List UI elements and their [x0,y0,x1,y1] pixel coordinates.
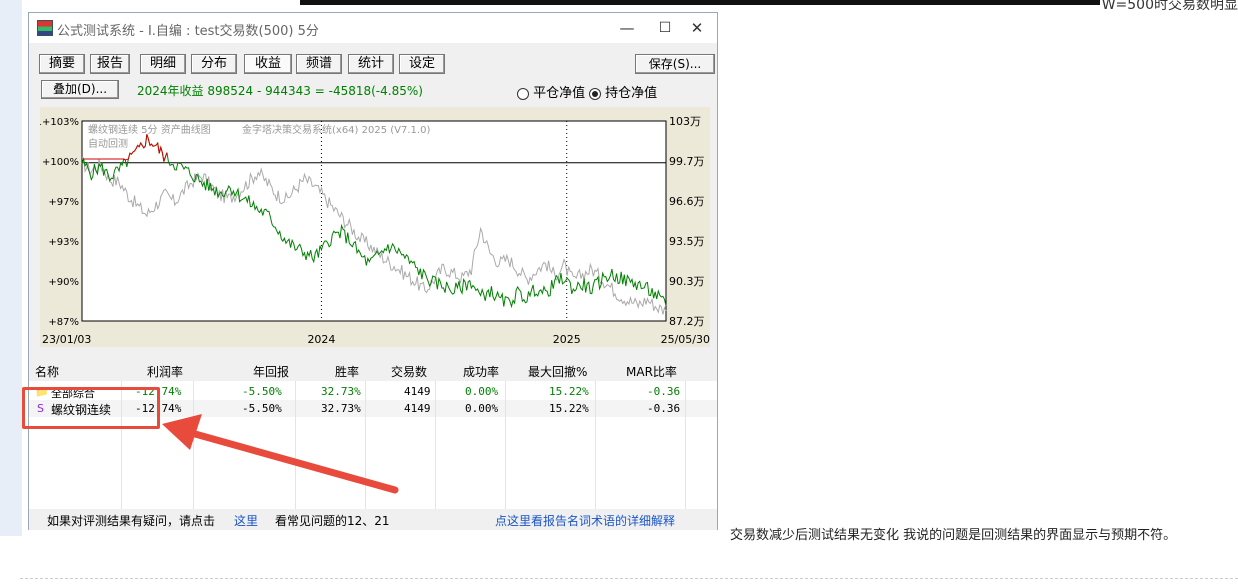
y-tick-left: +97% [48,197,79,208]
note-text: 交易数减少后测试结果无变化 我说的问题是回测结果的界面显示与预期不符。 [730,528,1177,543]
close-button[interactable]: ✕ [677,17,717,39]
tab-income[interactable]: 收益 [244,54,292,74]
y-tick-left: 1+103% [40,117,79,128]
result-table-header: 名称 利润率 年回报 胜率 交易数 成功率 最大回撤% MAR比率 [29,361,717,382]
plot-area [81,120,667,322]
row-mar: -0.36 [647,385,681,398]
x-tick-label: 2025 [553,333,581,346]
tab-statistics[interactable]: 统计 [348,54,394,74]
overlay-button[interactable]: 叠加(D)... [41,80,119,99]
col-divider [435,381,436,509]
equity-chart-svg: 1+103% 103万 +100% 99.7万 +97% 96.6万 +93% 93.5万 +9… [36,115,710,346]
header-mar: MAR比率 [626,365,677,379]
save-button[interactable]: 保存(S)... [635,54,715,74]
chart-overlay-title: 螺纹钢连续 5分 资产曲线图 [88,123,211,136]
y-tick-right: 99.7万 [669,155,705,168]
radio-hold-label: 持仓净值 [605,86,658,101]
x-tick-label: 23/01/03 [42,333,91,346]
x-tick-label: 25/05/30 [661,333,710,346]
window-title: 公式测试系统 - I.自编 : test交易数(500) 5分 [57,24,319,39]
yearly-income-text: 2024年收益 898524 - 944343 = -45818(-4.85%) [137,84,423,98]
row-drawdown: 15.22% [549,385,589,398]
radio-flat-label: 平仓净值 [533,86,586,101]
red-arrow-icon [162,414,399,494]
status-here-link[interactable]: 这里 [234,512,258,529]
header-drawdown: 最大回撤% [528,365,588,379]
radio-flat-net[interactable]: 平仓净值 [517,82,585,101]
row-trades: 4149 [404,385,431,398]
minimize-button[interactable]: — [607,17,647,39]
y-tick-right: 87.2万 [669,315,705,328]
row-success: 0.00% [465,402,499,415]
y-tick-left: +87% [48,317,79,328]
x-tick-label: 2024 [307,333,335,346]
equity-chart: 1+103% 103万 +100% 99.7万 +97% 96.6万 +93% 93.5万 +9… [36,107,710,347]
highlight-box [22,387,160,429]
status-glossary-link[interactable]: 点这里看报告名词术语的详细解释 [495,512,675,529]
status-bar: 如果对评测结果有疑问，请点击 这里 看常见问题的12、21 点这里看报告名词术语… [29,509,717,530]
radio-flat-indicator[interactable] [517,87,529,100]
header-profit: 利润率 [147,365,184,379]
header-trades: 交易数 [391,365,428,379]
status-question: 如果对评测结果有疑问，请点击 [47,514,216,528]
app-icon [37,20,53,36]
radio-hold-net[interactable]: 持仓净值 [589,82,657,101]
top-dark-bar [300,0,1100,5]
row-annual: -5.50% [242,385,282,398]
row-drawdown: 15.22% [549,402,589,415]
header-success: 成功率 [463,365,500,379]
chart-overlay-label: 自动回测 [88,137,128,150]
y-tick-left: +100% [42,157,79,168]
y-tick-left: +93% [48,237,79,248]
y-tick-right: 90.3万 [669,275,705,288]
tab-report[interactable]: 报告 [90,54,130,74]
header-name: 名称 [35,365,60,379]
radio-hold-indicator[interactable] [589,87,601,100]
tab-details[interactable]: 明细 [140,54,186,74]
col-divider [505,381,506,509]
left-desktop-strip [0,0,22,536]
top-right-text: W=500时交易数明显 [1101,0,1238,13]
y-tick-right: 103万 [669,115,701,128]
tab-distribution[interactable]: 分布 [191,54,237,74]
y-tick-right: 96.6万 [669,195,705,208]
y-tick-left: +90% [48,277,79,288]
col-divider [685,381,686,509]
col-divider [595,381,596,509]
tab-settings[interactable]: 设定 [399,54,445,74]
tab-spectrum[interactable]: 频谱 [296,54,342,74]
y-tick-right: 93.5万 [669,235,705,248]
row-win-rate: 32.73% [321,385,361,398]
title-bar: 公式测试系统 - I.自编 : test交易数(500) 5分 — ☐ ✕ [29,13,717,43]
divider-line [20,578,1238,579]
header-annual: 年回报 [253,365,290,379]
header-win-rate: 胜率 [335,365,360,379]
row-mar: -0.36 [647,402,681,415]
tab-summary[interactable]: 摘要 [39,54,85,74]
chart-overlay-system: 金字塔决策交易系统(x64) 2025 (V7.1.0) [242,123,430,136]
status-faq: 看常见问题的12、21 [275,514,390,528]
row-success: 0.00% [465,385,499,398]
